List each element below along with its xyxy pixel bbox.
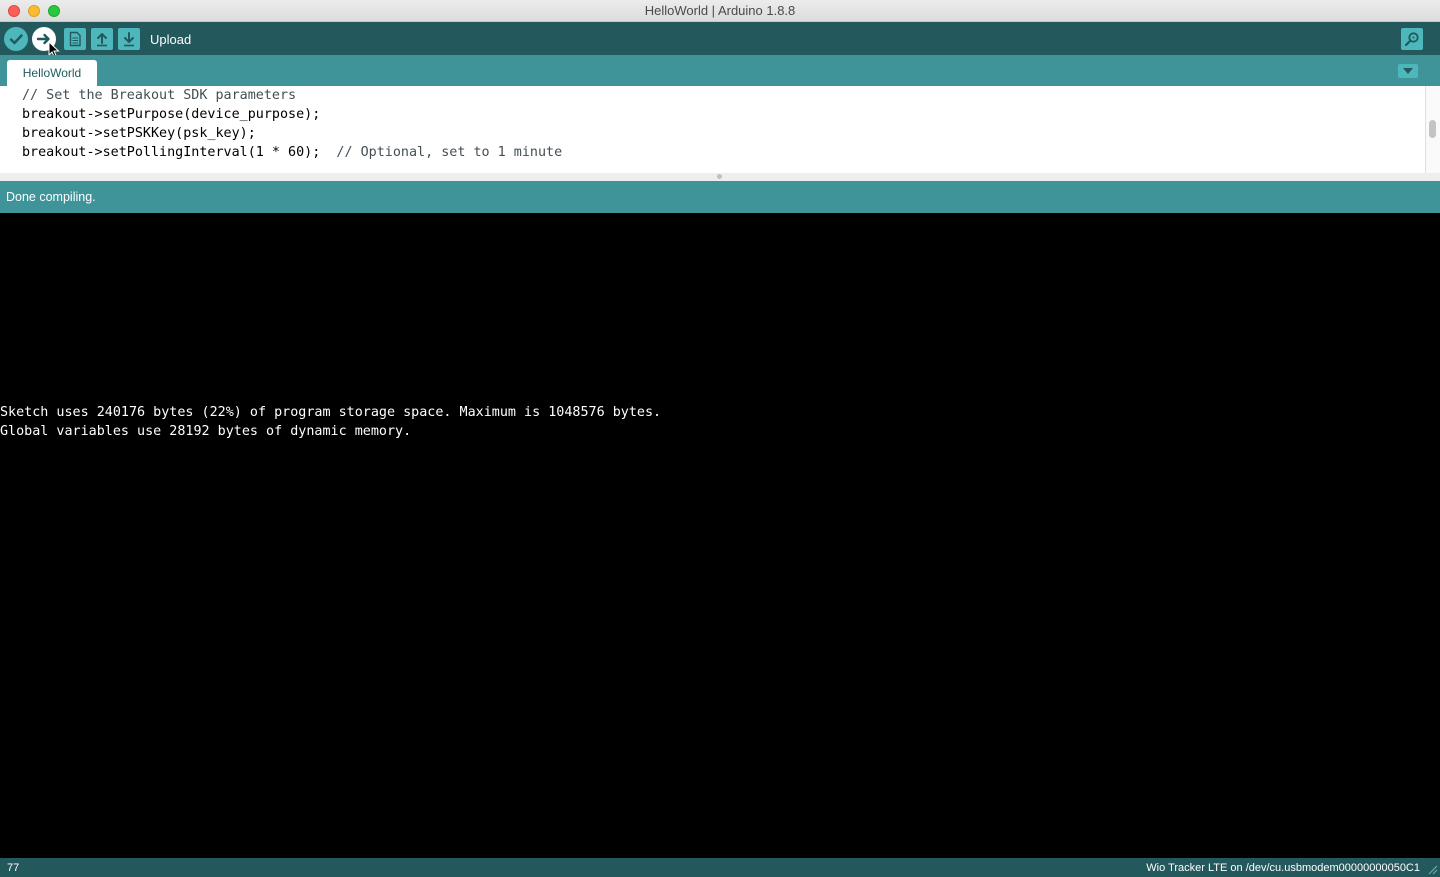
- divider-grip-icon: [717, 174, 722, 179]
- arrow-down-icon: [124, 32, 134, 47]
- editor-scrollbar[interactable]: [1425, 86, 1440, 173]
- tab-bar: HelloWorld: [0, 55, 1440, 86]
- code-line: // Set the Breakout SDK parameters: [22, 88, 297, 103]
- triangle-down-icon: [1403, 68, 1413, 74]
- status-message: Done compiling.: [6, 190, 96, 204]
- tab-helloworld[interactable]: HelloWorld: [7, 60, 97, 86]
- code-line: breakout->setPurpose(device_purpose);: [22, 107, 321, 122]
- code-editor[interactable]: // Set the Breakout SDK parameters break…: [0, 86, 1440, 173]
- toolbar: Upload: [0, 22, 1440, 55]
- arrow-up-icon: [97, 33, 107, 47]
- document-icon: [69, 31, 81, 47]
- arrow-right-icon: [36, 33, 50, 45]
- status-bar: Done compiling.: [0, 181, 1440, 213]
- window-title: HelloWorld | Arduino 1.8.8: [644, 3, 796, 18]
- magnifier-icon: [1404, 32, 1419, 47]
- footer-bar: 77 Wio Tracker LTE on /dev/cu.usbmodem00…: [0, 858, 1440, 877]
- line-number: 77: [7, 862, 20, 874]
- code-line: breakout->setPSKKey(psk_key);: [22, 126, 256, 141]
- title-bar: HelloWorld | Arduino 1.8.8: [0, 0, 1440, 22]
- arduino-window: HelloWorld | Arduino 1.8.8 Upload HelloW…: [0, 0, 1440, 877]
- split-pane-divider[interactable]: [0, 173, 1440, 181]
- console-output[interactable]: Sketch uses 240176 bytes (22%) of progra…: [0, 213, 1440, 858]
- upload-button[interactable]: [32, 27, 56, 51]
- save-sketch-button[interactable]: [118, 28, 140, 50]
- resize-grip-icon[interactable]: [1428, 865, 1438, 875]
- board-port-info: Wio Tracker LTE on /dev/cu.usbmodem00000…: [1146, 862, 1420, 874]
- console-line: Global variables use 28192 bytes of dyna…: [0, 424, 412, 439]
- serial-monitor-button[interactable]: [1401, 28, 1423, 50]
- checkmark-icon: [9, 34, 23, 45]
- new-sketch-button[interactable]: [64, 28, 86, 50]
- open-sketch-button[interactable]: [91, 28, 113, 50]
- toolbar-hover-label: Upload: [150, 32, 192, 47]
- verify-button[interactable]: [4, 27, 28, 51]
- editor-scrollbar-thumb[interactable]: [1429, 120, 1436, 138]
- code-line: breakout->setPollingInterval(1 * 60); //…: [22, 145, 563, 160]
- tab-menu-button[interactable]: [1398, 64, 1418, 78]
- console-line: Sketch uses 240176 bytes (22%) of progra…: [0, 405, 662, 420]
